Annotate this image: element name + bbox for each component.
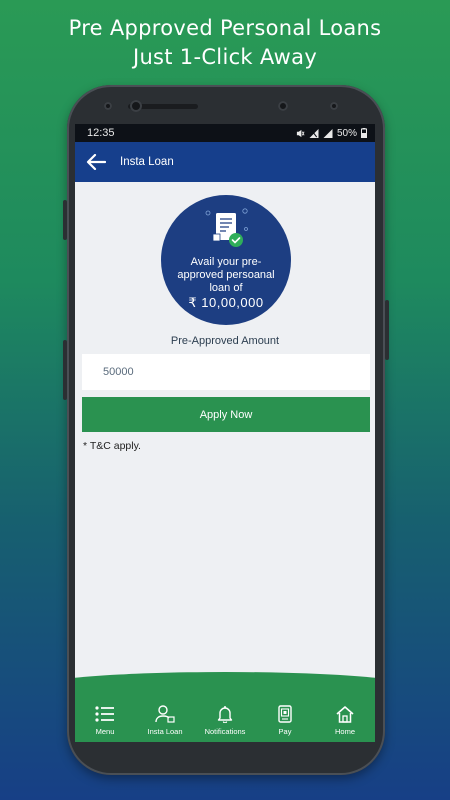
amount-input[interactable] [82, 354, 370, 390]
apply-now-button[interactable]: Apply Now [82, 397, 370, 432]
status-bar: 12:35 50% [75, 124, 375, 142]
promo-line-3: loan of [209, 282, 243, 294]
headline-line-1: Pre Approved Personal Loans [68, 16, 382, 40]
page-title: Insta Loan [120, 156, 174, 168]
phone-side-button [385, 300, 389, 360]
bottom-nav: Menu Insta Loan Notifications Pay Home [75, 672, 375, 742]
user-loan-icon [155, 705, 175, 723]
terms-note: * T&C apply. [83, 440, 141, 452]
nav-label-notifications: Notifications [204, 727, 246, 736]
bell-icon [217, 706, 233, 723]
app-screen: 12:35 50% Insta Loan Avail your pre- app… [75, 124, 375, 742]
battery-icon [361, 128, 367, 138]
nav-item-insta-loan[interactable]: Insta Loan [135, 705, 195, 736]
pre-approved-amount-label: Pre-Approved Amount [170, 335, 280, 347]
approved-document-icon [205, 208, 248, 247]
phone-sensor [104, 102, 112, 110]
promo-text: Avail your pre- approved persoanal loan … [161, 256, 291, 309]
nav-item-pay[interactable]: Pay [255, 705, 315, 736]
phone-side-button [63, 200, 67, 240]
phone-sensor [330, 102, 338, 110]
app-bar: Insta Loan [75, 142, 375, 182]
battery-percent: 50% [336, 127, 357, 139]
home-icon [336, 706, 354, 723]
bottom-nav-curve [75, 672, 375, 702]
promo-line-1: Avail your pre- [190, 256, 262, 268]
phone-sensor [278, 101, 288, 111]
phone-camera [130, 100, 142, 112]
mute-icon [296, 129, 305, 137]
nav-item-notifications[interactable]: Notifications [195, 705, 255, 736]
nav-label-insta-loan: Insta Loan [147, 727, 183, 736]
nav-label-home: Home [334, 727, 355, 736]
back-arrow-icon[interactable] [85, 151, 107, 173]
nav-label-menu: Menu [95, 727, 115, 736]
status-time: 12:35 [87, 127, 115, 139]
headline-line-2: Just 1-Click Away [132, 45, 318, 69]
nav-item-menu[interactable]: Menu [75, 705, 135, 736]
promo-line-2: approved persoanal [177, 269, 275, 281]
signal-icon [323, 128, 333, 138]
nav-label-pay: Pay [278, 727, 292, 736]
signal-icon [309, 128, 319, 138]
promo-amount: ₹ 10,00,000 [188, 295, 264, 310]
promo-headline: Pre Approved Personal Loans Just 1-Click… [0, 14, 450, 72]
menu-icon [95, 706, 114, 722]
status-icons: 50% [296, 128, 367, 139]
nav-item-home[interactable]: Home [315, 705, 375, 736]
phone-side-button [63, 340, 67, 400]
pay-icon [278, 705, 292, 723]
promo-badge: Avail your pre- approved persoanal loan … [161, 195, 291, 325]
